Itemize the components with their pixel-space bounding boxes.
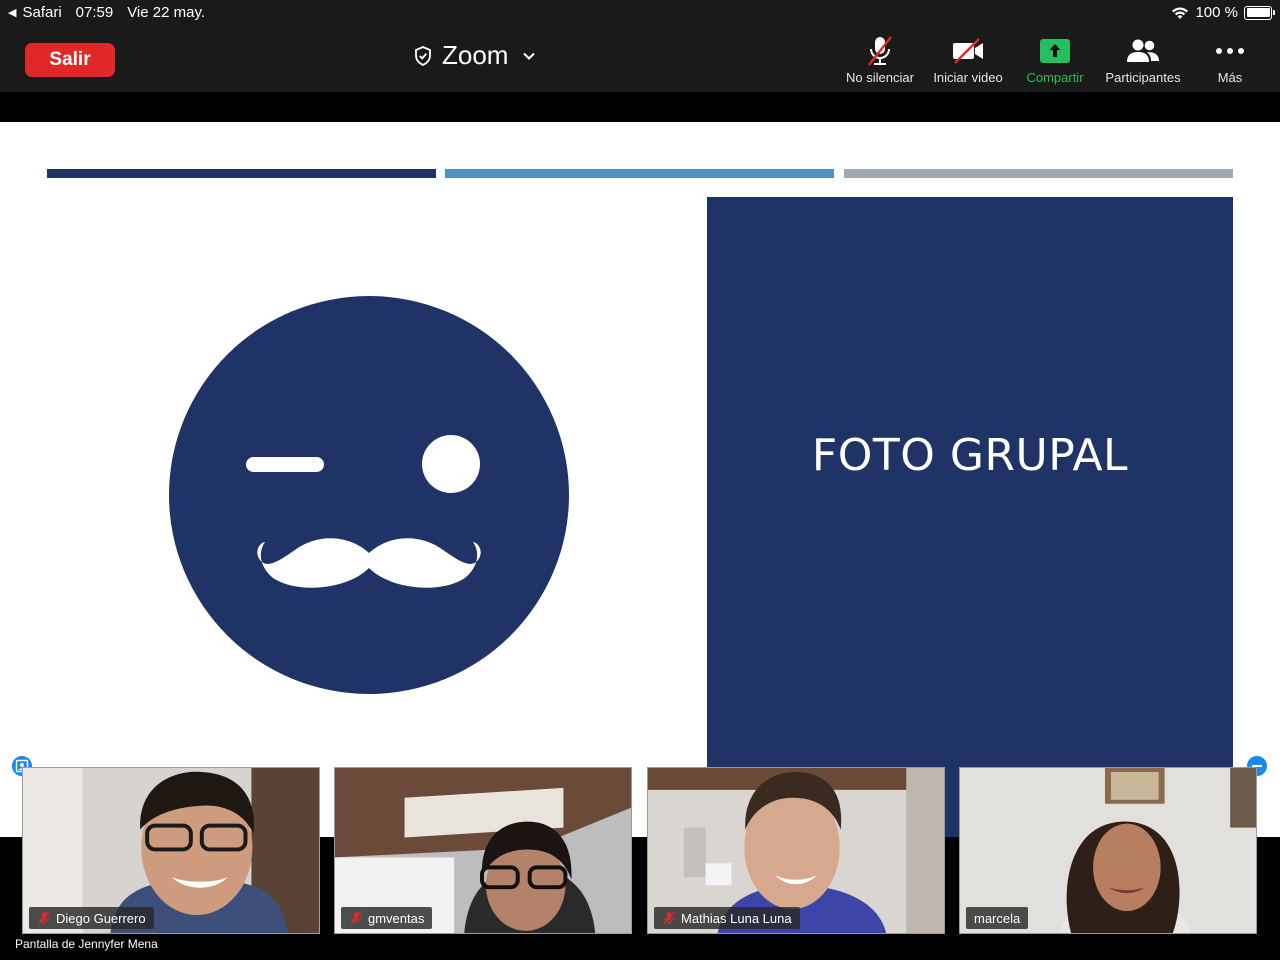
leave-button[interactable]: Salir	[25, 43, 115, 77]
meeting-toolbar: Salir Zoom No silenciar Iniciar video Co…	[0, 26, 1280, 92]
status-time: 07:59	[75, 4, 114, 21]
participant-name: marcela	[974, 910, 1021, 926]
shield-icon	[415, 45, 431, 66]
status-date: Vie 22 may.	[127, 4, 206, 21]
back-app-label[interactable]: Safari	[22, 4, 61, 21]
participant-video-tile[interactable]: Diego Guerrero	[22, 767, 320, 934]
meeting-title-menu[interactable]: Zoom	[414, 40, 536, 71]
battery-percent: 100 %	[1195, 4, 1238, 21]
video-off-icon	[953, 38, 983, 64]
participants-icon	[1127, 39, 1159, 62]
slide-stripe-navy	[47, 169, 436, 178]
participants-label: Participantes	[1105, 70, 1181, 85]
participant-name-tag: gmventas	[341, 907, 433, 929]
app-title: Zoom	[442, 40, 509, 70]
participant-video-tile[interactable]: gmventas	[334, 767, 632, 934]
wifi-icon	[1172, 6, 1189, 19]
participant-name-tag: Diego Guerrero	[29, 907, 154, 929]
slide-stripe-gray	[844, 169, 1233, 178]
mic-muted-icon	[350, 911, 362, 925]
chevron-down-icon	[523, 52, 536, 60]
start-video-label: Iniciar video	[933, 70, 1003, 85]
slide-title: FOTO GRUPAL	[811, 430, 1129, 481]
unmute-label: No silenciar	[846, 70, 914, 85]
unmute-button[interactable]: No silenciar	[832, 34, 928, 85]
mic-muted-icon	[663, 911, 675, 925]
participant-video-tile[interactable]: Mathias Luna Luna	[647, 767, 945, 934]
participant-name: Diego Guerrero	[56, 910, 146, 926]
share-screen-icon	[1040, 39, 1070, 63]
share-button[interactable]: Compartir	[1007, 34, 1103, 85]
participant-name: Mathias Luna Luna	[681, 910, 792, 926]
start-video-button[interactable]: Iniciar video	[920, 34, 1016, 85]
screen-owner-label: Pantalla de Jennyfer Mena	[15, 937, 158, 951]
winking-mustache-face-icon	[169, 296, 569, 694]
toolbar-spacer	[0, 92, 1280, 122]
more-button[interactable]: Más	[1182, 34, 1278, 85]
participant-video-tile[interactable]: marcela	[959, 767, 1257, 934]
slide-title-panel: FOTO GRUPAL	[707, 197, 1233, 837]
status-left: ◀ Safari 07:59 Vie 22 may.	[8, 4, 205, 21]
status-bar: ◀ Safari 07:59 Vie 22 may. 100 %	[0, 0, 1280, 26]
back-arrow-icon[interactable]: ◀	[8, 6, 16, 19]
shared-screen: FOTO GRUPAL	[0, 122, 1280, 837]
participants-button[interactable]: Participantes	[1095, 34, 1191, 85]
battery-icon	[1244, 5, 1275, 20]
participant-name-tag: Mathias Luna Luna	[654, 907, 800, 929]
share-label: Compartir	[1026, 70, 1084, 85]
more-dots-icon	[1216, 48, 1244, 54]
participant-name: gmventas	[368, 910, 425, 926]
status-right: 100 %	[1171, 4, 1275, 21]
participant-name-tag: marcela	[966, 907, 1029, 929]
mic-muted-icon	[868, 36, 892, 66]
mic-muted-icon	[38, 911, 50, 925]
more-label: Más	[1217, 70, 1243, 85]
slide-stripe-blue	[445, 169, 834, 178]
